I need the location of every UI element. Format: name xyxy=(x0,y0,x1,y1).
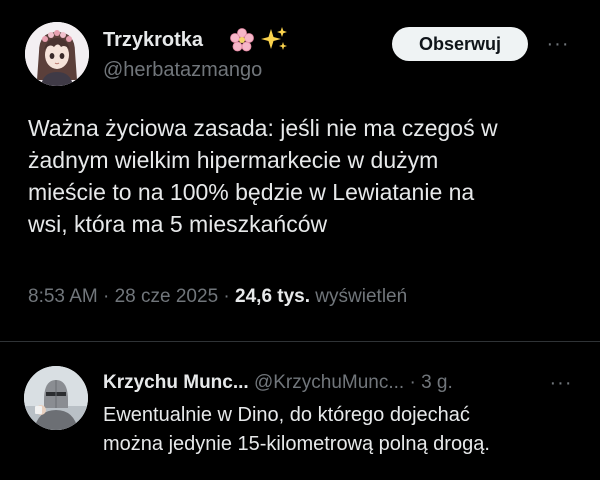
tweet-date[interactable]: 28 cze 2025 xyxy=(115,286,219,307)
reply-time[interactable]: 3 g. xyxy=(421,372,453,393)
reply-text-line: można jedynie 15-kilometrową polną drogą… xyxy=(103,433,490,455)
knight-helmet-avatar-icon xyxy=(24,366,88,430)
tweet-text-line: wsi, która ma 5 mieszkańców xyxy=(28,211,328,237)
meta-separator: · xyxy=(218,286,236,307)
tweet-text: Ważna życiowa zasada: jeśli nie ma czego… xyxy=(28,112,588,240)
views-label: wyświetleń xyxy=(310,286,408,307)
author-handle[interactable]: @herbatazmango xyxy=(103,59,262,82)
reply-avatar[interactable] xyxy=(24,366,88,430)
reply-display-name[interactable]: Krzychu Munc... xyxy=(103,372,249,393)
tweet-meta: 8:53 AM · 28 cze 2025 · 24,6 tys. wyświe… xyxy=(28,286,407,308)
anime-girl-avatar-icon xyxy=(25,22,89,86)
reply-handle[interactable]: @KrzychuMunc... xyxy=(254,372,404,393)
more-icon: ··· xyxy=(549,371,573,394)
more-options-button[interactable]: ··· xyxy=(545,32,571,55)
views-count: 24,6 tys. xyxy=(235,286,311,307)
reply-header: Krzychu Munc... @KrzychuMunc... · 3 g. xyxy=(103,372,453,394)
reply-text: Ewentualnie w Dino, do którego dojechać … xyxy=(103,401,583,459)
follow-button[interactable]: Obserwuj xyxy=(392,27,528,61)
author-display-name[interactable]: Trzykrotka xyxy=(103,29,203,52)
reply-more-options-button[interactable]: ··· xyxy=(548,371,574,394)
reply-text-line: Ewentualnie w Dino, do którego dojechać xyxy=(103,404,470,426)
reply-separator: · xyxy=(404,372,422,393)
author-avatar[interactable] xyxy=(25,22,89,86)
tweet-text-line: Ważna życiowa zasada: jeśli nie ma czego… xyxy=(28,115,498,141)
cherry-blossom-icon xyxy=(229,27,255,58)
sparkles-icon xyxy=(259,25,289,58)
follow-button-label: Obserwuj xyxy=(418,33,502,54)
tweet-time[interactable]: 8:53 AM xyxy=(28,286,98,307)
tweet-text-line: mieście to na 100% będzie w Lewiatanie n… xyxy=(28,179,475,205)
meta-separator: · xyxy=(97,286,115,307)
more-icon: ··· xyxy=(546,32,570,55)
tweet-text-line: żadnym wielkim hipermarkecie w dużym xyxy=(28,147,439,173)
divider xyxy=(0,341,600,342)
tweet-main: Trzykrotka @herbatazmango Obserwuj ··· W… xyxy=(0,0,600,341)
